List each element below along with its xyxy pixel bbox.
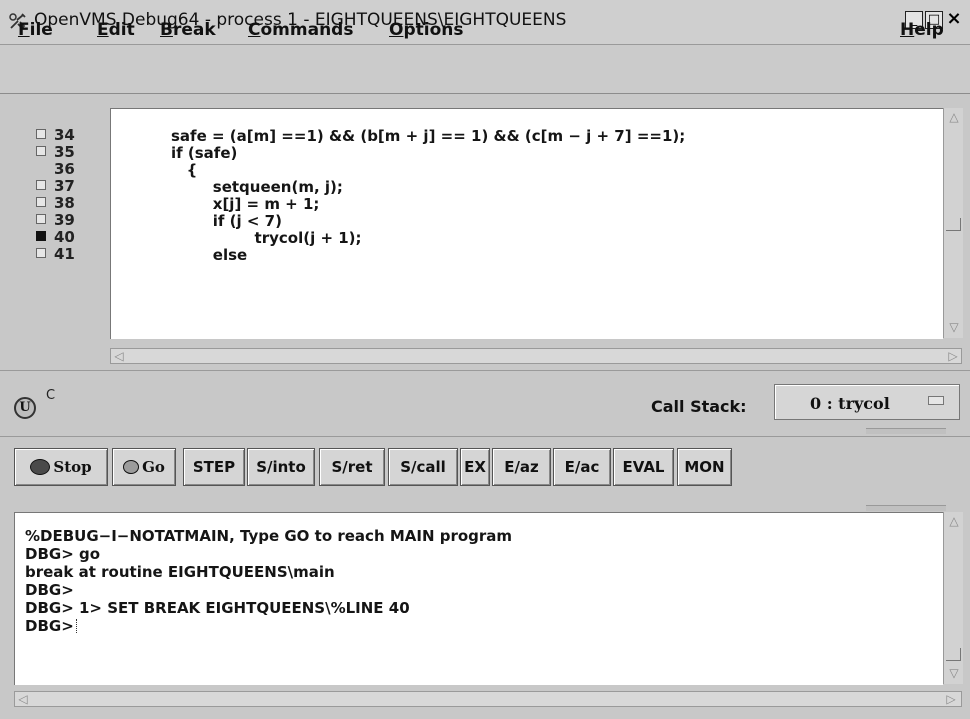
gutter-row: 38 <box>36 194 106 212</box>
breakpoint-toggle[interactable] <box>36 129 46 139</box>
scroll-down-arrow-icon[interactable]: ▽ <box>947 666 961 680</box>
breakpoint-toggle[interactable] <box>36 197 46 207</box>
console-line: break at routine EIGHTQUEENS\main <box>25 563 335 581</box>
examine-button[interactable]: EX <box>460 448 490 486</box>
code-line: else <box>171 246 248 264</box>
scroll-up-arrow-icon[interactable]: △ <box>947 110 961 124</box>
gutter-row: 37 <box>36 177 106 195</box>
evaluate-button[interactable]: EVAL <box>613 448 674 486</box>
gutter-row: 41 <box>36 245 106 263</box>
menu-options-mnemonic: O <box>389 20 404 40</box>
breakpoint-toggle[interactable] <box>36 248 46 258</box>
source-horizontal-scrollbar[interactable]: ◁ ▷ <box>110 348 962 364</box>
menu-edit[interactable]: Edit <box>97 20 135 40</box>
source-view[interactable]: safe = (a[m] ==1) && (b[m + j] == 1) && … <box>110 108 943 339</box>
stop-icon <box>30 459 51 475</box>
menu-break-label: reak <box>172 20 216 40</box>
scroll-right-arrow-icon[interactable]: ▷ <box>945 692 957 706</box>
stop-button[interactable]: Stop <box>14 448 108 486</box>
step-call-button[interactable]: S/call <box>388 448 458 486</box>
console-horizontal-scrollbar[interactable]: ◁ ▷ <box>14 691 962 707</box>
line-number: 38 <box>54 194 75 212</box>
go-icon <box>123 460 140 474</box>
step-into-button[interactable]: S/into <box>247 448 315 486</box>
menu-help-label: elp <box>914 20 944 40</box>
console-line: %DEBUG−I−NOTATMAIN, Type GO to reach MAI… <box>25 527 513 545</box>
stop-label: Stop <box>53 458 92 476</box>
menu-commands-label: ommands <box>260 20 354 40</box>
gutter-row: 39 <box>36 211 106 229</box>
menu-edit-mnemonic: E <box>97 20 109 40</box>
console-line: DBG> <box>25 581 74 599</box>
menu-help-mnemonic: H <box>900 20 915 40</box>
user-mode-icon: U <box>14 397 36 419</box>
source-vertical-scrollbar[interactable]: △ ▽ <box>943 108 963 338</box>
step-return-button[interactable]: S/ret <box>319 448 385 486</box>
console-vertical-scrollbar[interactable]: △ ▽ <box>943 512 963 684</box>
breakpoint-toggle[interactable] <box>36 180 46 190</box>
line-number: 41 <box>54 245 75 263</box>
line-number: 37 <box>54 177 75 195</box>
menu-file-mnemonic: F <box>18 20 30 40</box>
dropdown-indicator-icon <box>928 396 944 405</box>
menu-commands[interactable]: Commands <box>248 20 353 40</box>
console-line: DBG> 1> SET BREAK EIGHTQUEENS\%LINE 40 <box>25 599 410 617</box>
menu-commands-mnemonic: C <box>248 20 261 40</box>
code-line: { <box>171 161 198 179</box>
breakpoint-toggle[interactable] <box>36 146 46 156</box>
line-number: 35 <box>54 143 75 161</box>
menu-help[interactable]: Help <box>900 20 944 40</box>
code-line: trycol(j + 1); <box>171 229 362 247</box>
console-line: DBG> go <box>25 545 101 563</box>
menu-edit-label: dit <box>108 20 135 40</box>
go-label: Go <box>142 458 165 476</box>
scroll-up-arrow-icon[interactable]: △ <box>947 514 961 528</box>
prompt-text: DBG> <box>25 617 74 635</box>
line-number: 36 <box>54 160 75 178</box>
menu-file[interactable]: File <box>18 20 53 40</box>
scroll-left-arrow-icon[interactable]: ◁ <box>113 349 125 363</box>
call-stack-label: Call Stack: <box>651 397 747 416</box>
gutter-row: 40 <box>36 228 106 246</box>
pane-sash[interactable] <box>866 428 946 434</box>
monitor-button[interactable]: MON <box>677 448 732 486</box>
examine-az-button[interactable]: E/az <box>492 448 551 486</box>
menu-file-label: ile <box>29 20 53 40</box>
menu-bar <box>0 45 970 94</box>
code-line: x[j] = m + 1; <box>171 195 320 213</box>
debugger-console[interactable]: %DEBUG−I−NOTATMAIN, Type GO to reach MAI… <box>14 512 943 685</box>
console-prompt: DBG> <box>25 617 79 635</box>
gutter-row: 35 <box>36 143 106 161</box>
code-line: safe = (a[m] ==1) && (b[m + j] == 1) && … <box>171 127 686 145</box>
scroll-thumb[interactable] <box>946 648 961 661</box>
scroll-down-arrow-icon[interactable]: ▽ <box>947 320 961 334</box>
close-button[interactable]: × <box>945 10 963 29</box>
language-flag: C <box>46 388 56 403</box>
examine-ac-button[interactable]: E/ac <box>553 448 611 486</box>
step-button[interactable]: STEP <box>183 448 245 486</box>
text-cursor <box>75 619 79 633</box>
gutter-row: 34 <box>36 126 106 144</box>
go-button[interactable]: Go <box>112 448 176 486</box>
breakpoint-toggle[interactable] <box>36 214 46 224</box>
code-line: if (safe) <box>171 144 238 162</box>
pane-sash[interactable] <box>866 505 946 511</box>
menu-options-label: ptions <box>403 20 464 40</box>
scroll-thumb[interactable] <box>946 218 961 231</box>
line-number: 40 <box>54 228 75 246</box>
menu-break-mnemonic: B <box>160 20 173 40</box>
scroll-left-arrow-icon[interactable]: ◁ <box>17 692 29 706</box>
call-stack-value: 0 : trycol <box>810 394 890 413</box>
code-line: if (j < 7) <box>171 212 282 230</box>
menu-break[interactable]: Break <box>160 20 216 40</box>
line-number: 34 <box>54 126 75 144</box>
code-line: setqueen(m, j); <box>171 178 343 196</box>
menu-options[interactable]: Options <box>389 20 463 40</box>
scroll-right-arrow-icon[interactable]: ▷ <box>947 349 959 363</box>
breakpoint-toggle-set[interactable] <box>36 231 46 241</box>
line-number: 39 <box>54 211 75 229</box>
gutter-row: 36 <box>36 160 106 178</box>
source-gutter: 34 35 36 37 38 39 40 41 <box>36 126 106 326</box>
